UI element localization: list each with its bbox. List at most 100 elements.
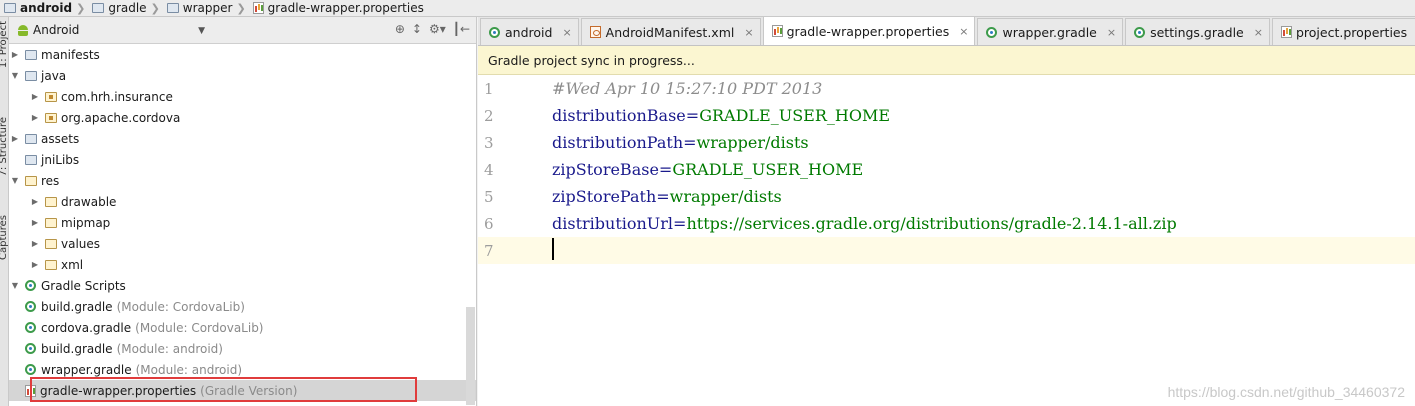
folder-icon [4,3,16,13]
tree-item-label: values [61,236,101,251]
tree-item-build-gradle-android[interactable]: build.gradle (Module: android) [9,338,476,359]
tree-item-drawable[interactable]: ▶ drawable [9,191,476,212]
property-key: distributionUrl [552,214,674,233]
expand-arrow-icon[interactable]: ▶ [9,50,21,59]
folder-icon [166,3,179,13]
code-line: 5 zipStorePath=wrapper/dists [478,183,1415,210]
tree-item-mipmap[interactable]: ▶ mipmap [9,212,476,233]
gradle-icon [25,364,36,375]
breadcrumb: android ❯ gradle ❯ wrapper ❯ gradle-wrap… [0,0,1415,17]
breadcrumb-label: android [20,1,73,15]
close-icon[interactable]: × [1107,26,1116,39]
close-icon[interactable]: × [1254,26,1263,39]
gradle-icon [986,26,998,38]
gradle-icon [489,26,500,38]
property-separator: = [673,214,687,233]
tool-window-structure[interactable]: 7: Structure [0,117,8,176]
expand-arrow-icon[interactable]: ▶ [9,134,21,143]
property-separator: = [656,187,670,206]
tree-item-package[interactable]: ▶ org.apache.cordova [9,107,476,128]
tree-item-cordova-gradle[interactable]: cordova.gradle (Module: CordovaLib) [9,317,476,338]
tab-settings-gradle[interactable]: settings.gradle × [1125,18,1270,45]
tree-item-jnilibs[interactable]: jniLibs [9,149,476,170]
editor-area: android × AndroidManifest.xml × gradle-w… [478,17,1415,406]
tree-item-package[interactable]: ▶ com.hrh.insurance [9,86,476,107]
collapse-arrow-icon[interactable]: ▼ [9,281,21,290]
gradle-icon [25,280,36,291]
code-line: 2 distributionBase=GRADLE_USER_HOME [478,102,1415,129]
gradle-icon [25,322,36,333]
expand-arrow-icon[interactable]: ▶ [29,218,41,227]
tree-item-label: manifests [41,47,100,62]
scroll-from-source-icon[interactable]: ⊕ [395,22,405,36]
folder-icon [92,3,105,13]
chevron-right-icon: ❯ [236,1,246,15]
properties-file-icon [771,25,783,37]
close-icon[interactable]: × [744,26,753,39]
tab-wrapper-gradle[interactable]: wrapper.gradle × [977,18,1124,45]
breadcrumb-item-gradle-wrapper-properties[interactable]: gradle-wrapper.properties [251,0,426,17]
tab-gradle-wrapper-properties[interactable]: gradle-wrapper.properties × [762,17,976,45]
project-tree: ▶ manifests ▼ java ▶ com.hrh.insurance ▶… [9,44,476,401]
expand-arrow-icon[interactable]: ▶ [29,92,41,101]
tree-item-wrapper-gradle[interactable]: wrapper.gradle (Module: android) [9,359,476,380]
panel-toolbar: ⊕ ↕ ⚙▾ ┃← [395,22,470,36]
tree-item-label: xml [61,257,84,272]
line-number: 4 [484,160,494,179]
tree-item-values[interactable]: ▶ values [9,233,476,254]
tool-window-project[interactable]: 1: Project [0,21,8,68]
property-key: distributionBase [552,106,686,125]
tool-window-captures[interactable]: Captures [0,215,8,260]
tab-project-properties[interactable]: project.properties × [1271,18,1415,45]
hide-panel-icon[interactable]: ┃← [453,22,470,36]
tree-item-manifests[interactable]: ▶ manifests [9,44,476,65]
code-editor[interactable]: 1 #Wed Apr 10 15:27:10 PDT 2013 2 distri… [478,75,1415,406]
project-panel-header: Android ▼ ⊕ ↕ ⚙▾ ┃← [9,17,476,44]
expand-arrow-icon[interactable]: ▶ [29,260,41,269]
tree-item-label: mipmap [61,215,111,230]
line-number: 1 [484,79,494,98]
breadcrumb-item-android[interactable]: android ❯ [2,0,90,17]
breadcrumb-item-wrapper[interactable]: wrapper ❯ [165,0,251,17]
tree-item-assets[interactable]: ▶ assets [9,128,476,149]
expand-arrow-icon[interactable]: ▶ [29,239,41,248]
expand-arrow-icon[interactable]: ▶ [29,113,41,122]
tree-item-res[interactable]: ▼ res [9,170,476,191]
collapse-arrow-icon[interactable]: ▼ [9,71,21,80]
gear-icon[interactable]: ⚙▾ [429,22,446,36]
tree-item-build-gradle-cordovalib[interactable]: build.gradle (Module: CordovaLib) [9,296,476,317]
folder-icon [45,217,57,228]
project-panel: Android ▼ ⊕ ↕ ⚙▾ ┃← ▶ manifests ▼ java ▶… [9,17,477,406]
tree-item-java[interactable]: ▼ java [9,65,476,86]
tree-item-label: wrapper.gradle [41,362,132,377]
tab-label: wrapper.gradle [1002,24,1097,40]
tree-item-label: res [41,173,60,188]
expand-arrow-icon[interactable]: ▶ [29,197,41,206]
close-icon[interactable]: × [959,25,968,38]
tab-androidmanifest-xml[interactable]: AndroidManifest.xml × [580,18,761,45]
folder-icon [25,133,37,144]
project-panel-scrollbar[interactable] [466,307,475,405]
tree-item-xml[interactable]: ▶ xml [9,254,476,275]
breadcrumb-item-gradle[interactable]: gradle ❯ [90,0,164,17]
code-line: 4 zipStoreBase=GRADLE_USER_HOME [478,156,1415,183]
tree-item-label: Gradle Scripts [41,278,126,293]
project-view-selector[interactable]: Android ▼ [17,23,205,37]
collapse-arrow-icon[interactable]: ▼ [9,176,21,185]
tree-item-label: org.apache.cordova [61,110,181,125]
tree-item-meta: (Module: android) [116,341,223,356]
gradle-icon [1134,26,1146,38]
code-comment: #Wed Apr 10 15:27:10 PDT 2013 [552,79,823,98]
folder-icon [45,238,57,249]
collapse-all-icon[interactable]: ↕ [412,22,422,36]
tree-item-gradle-wrapper-properties[interactable]: gradle-wrapper.properties (Gradle Versio… [9,380,476,401]
tree-item-meta: (Module: CordovaLib) [116,299,245,314]
watermark-text: https://blog.csdn.net/github_34460372 [1167,384,1405,400]
tab-android[interactable]: android × [480,18,579,45]
tree-item-gradle-scripts[interactable]: ▼ Gradle Scripts [9,275,476,296]
close-icon[interactable]: × [562,26,571,39]
tab-label: android [505,24,553,40]
chevron-down-icon: ▼ [198,26,205,36]
code-line: 3 distributionPath=wrapper/dists [478,129,1415,156]
tree-item-label: com.hrh.insurance [61,89,173,104]
